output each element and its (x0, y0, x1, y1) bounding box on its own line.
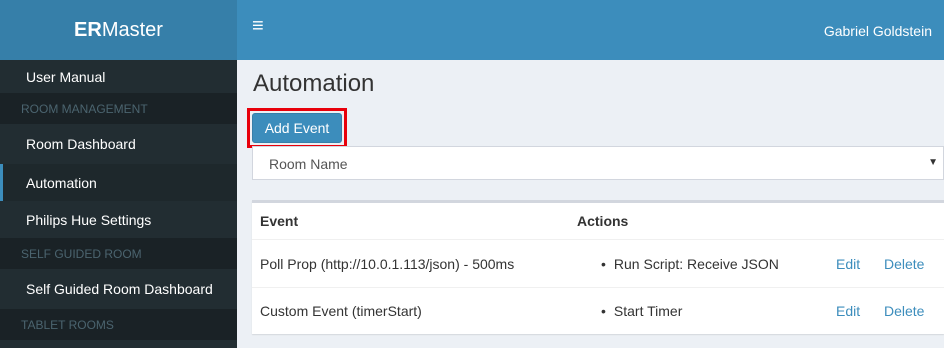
table-row: Custom Event (timerStart) • Start Timer E… (252, 288, 944, 334)
action-item: • Run Script: Receive JSON (601, 256, 779, 272)
action-text: Start Timer (613, 303, 683, 319)
sidebar-item-user-manual[interactable]: User Manual (0, 60, 237, 93)
event-name: Custom Event (timerStart) (260, 303, 422, 319)
page-title: Automation (253, 70, 375, 97)
edit-link[interactable]: Edit (836, 303, 860, 319)
brand-rest: Master (101, 18, 163, 41)
room-select-value: Room Name (269, 156, 348, 172)
sidebar: User Manual ROOM MANAGEMENT Room Dashboa… (0, 60, 237, 348)
brand-bold: ER (74, 18, 102, 41)
table-header-row: Event Actions (252, 203, 944, 240)
user-name[interactable]: Gabriel Goldstein (824, 23, 932, 39)
sidebar-header-self-guided-room: SELF GUIDED ROOM (0, 238, 237, 269)
sidebar-header-room-management: ROOM MANAGEMENT (0, 93, 237, 124)
bullet-icon: • (601, 303, 606, 319)
sidebar-item-philips-hue-settings[interactable]: Philips Hue Settings (0, 201, 237, 238)
edit-link[interactable]: Edit (836, 256, 860, 272)
action-item: • Start Timer (601, 303, 682, 319)
bullet-icon: • (601, 255, 606, 272)
sidebar-item-automation[interactable]: Automation (0, 164, 237, 201)
hamburger-icon[interactable]: ≡ (252, 14, 264, 38)
top-navbar: ≡ Gabriel Goldstein (237, 0, 944, 60)
sidebar-header-tablet-rooms: TABLET ROOMS (0, 309, 237, 340)
delete-link[interactable]: Delete (884, 256, 924, 272)
events-table: Event Actions Poll Prop (http://10.0.1.1… (252, 200, 944, 334)
sidebar-item-room-dashboard[interactable]: Room Dashboard (0, 124, 237, 164)
action-text: Run Script: Receive JSON (613, 255, 779, 272)
table-row: Poll Prop (http://10.0.1.113/json) - 500… (252, 240, 944, 288)
column-header-actions: Actions (577, 213, 629, 229)
event-name: Poll Prop (http://10.0.1.113/json) - 500… (260, 255, 515, 272)
main-content: Automation Add Event Room Name ▼ Event A… (237, 60, 944, 348)
column-header-event: Event (260, 213, 299, 229)
brand-logo[interactable]: ER Master (0, 0, 237, 60)
sidebar-item-self-guided-room-dashboard[interactable]: Self Guided Room Dashboard (0, 269, 237, 309)
delete-link[interactable]: Delete (884, 303, 924, 319)
chevron-down-icon: ▼ (928, 157, 938, 168)
add-event-button[interactable]: Add Event (252, 113, 342, 143)
room-select[interactable]: Room Name ▼ (252, 146, 944, 180)
